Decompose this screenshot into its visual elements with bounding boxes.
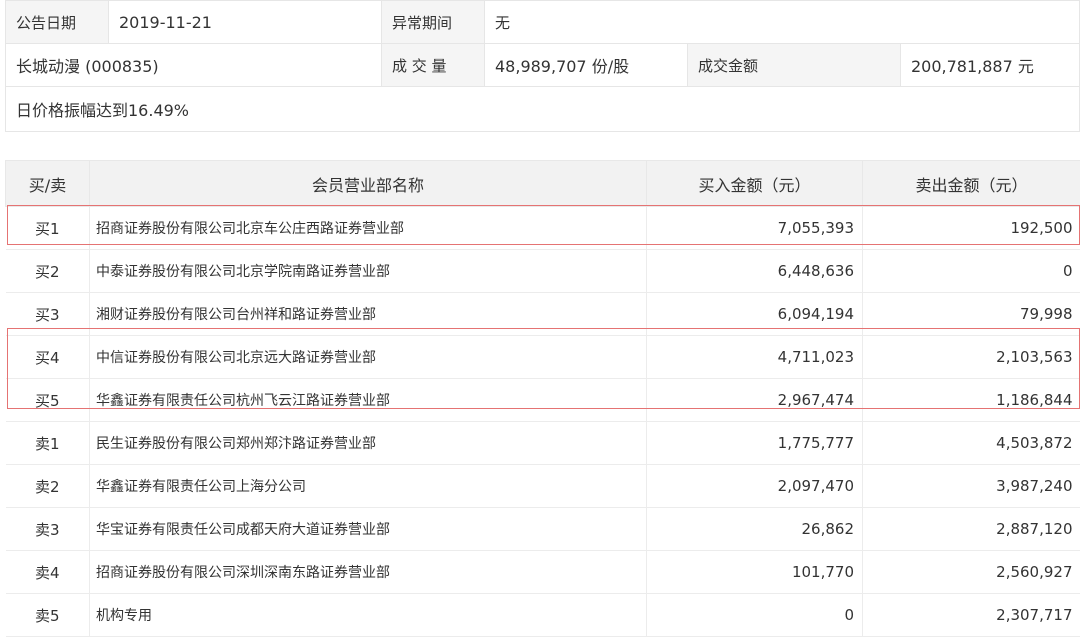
branch-name: 湘财证券股份有限公司台州祥和路证券营业部 (90, 293, 647, 336)
volume-value: 48,989,707 份/股 (485, 44, 688, 87)
table-row: 买2中泰证券股份有限公司北京学院南路证券营业部6,448,6360 (6, 250, 1080, 293)
table-row: 买4中信证券股份有限公司北京远大路证券营业部4,711,0232,103,563 (6, 336, 1080, 379)
table-row: 卖2华鑫证券有限责任公司上海分公司2,097,4703,987,240 (6, 465, 1080, 508)
branch-name: 民生证券股份有限公司郑州郑汴路证券营业部 (90, 422, 647, 465)
buy-amount: 101,770 (647, 551, 863, 594)
buy-amount: 26,862 (647, 508, 863, 551)
buy-amount: 2,097,470 (647, 465, 863, 508)
seat-rank: 买1 (6, 207, 90, 250)
sell-amount: 1,186,844 (863, 379, 1080, 422)
branch-name: 招商证券股份有限公司北京车公庄西路证券营业部 (90, 207, 647, 250)
sell-amount: 4,503,872 (863, 422, 1080, 465)
sell-amount: 2,887,120 (863, 508, 1080, 551)
branch-name: 招商证券股份有限公司深圳深南东路证券营业部 (90, 551, 647, 594)
header-sell-amount: 卖出金额（元） (863, 161, 1080, 207)
announcement-date-value: 2019-11-21 (109, 1, 382, 44)
buy-amount: 6,448,636 (647, 250, 863, 293)
header-branch-name: 会员营业部名称 (90, 161, 647, 207)
buy-amount: 1,775,777 (647, 422, 863, 465)
table-row: 卖5机构专用02,307,717 (6, 594, 1080, 637)
trade-rows: 买1招商证券股份有限公司北京车公庄西路证券营业部7,055,393192,500… (6, 207, 1080, 637)
seat-rank: 卖4 (6, 551, 90, 594)
abnormal-period-value: 无 (485, 1, 1080, 44)
seat-rank: 买3 (6, 293, 90, 336)
buy-amount: 0 (647, 594, 863, 637)
branch-name: 华鑫证券有限责任公司杭州飞云江路证券营业部 (90, 379, 647, 422)
turnover-value: 200,781,887 元 (901, 44, 1080, 87)
branch-name: 华宝证券有限责任公司成都天府大道证券营业部 (90, 508, 647, 551)
table-row: 买1招商证券股份有限公司北京车公庄西路证券营业部7,055,393192,500 (6, 207, 1080, 250)
buy-amount: 6,094,194 (647, 293, 863, 336)
seat-rank: 卖2 (6, 465, 90, 508)
seat-rank: 卖5 (6, 594, 90, 637)
branch-name: 中泰证券股份有限公司北京学院南路证券营业部 (90, 250, 647, 293)
seat-rank: 买2 (6, 250, 90, 293)
sell-amount: 2,307,717 (863, 594, 1080, 637)
sell-amount: 192,500 (863, 207, 1080, 250)
header-buy-amount: 买入金额（元） (647, 161, 863, 207)
buy-amount: 7,055,393 (647, 207, 863, 250)
trading-seats-table: 买/卖 会员营业部名称 买入金额（元） 卖出金额（元） 买1招商证券股份有限公司… (5, 160, 1080, 637)
table-header-row: 买/卖 会员营业部名称 买入金额（元） 卖出金额（元） (6, 161, 1080, 207)
table-row: 卖1民生证券股份有限公司郑州郑汴路证券营业部1,775,7774,503,872 (6, 422, 1080, 465)
sell-amount: 2,103,563 (863, 336, 1080, 379)
branch-name: 机构专用 (90, 594, 647, 637)
seat-rank: 买4 (6, 336, 90, 379)
announcement-date-label: 公告日期 (6, 1, 109, 44)
branch-name: 华鑫证券有限责任公司上海分公司 (90, 465, 647, 508)
table-row: 卖3华宝证券有限责任公司成都天府大道证券营业部26,8622,887,120 (6, 508, 1080, 551)
volume-label: 成 交 量 (382, 44, 485, 87)
sell-amount: 79,998 (863, 293, 1080, 336)
table-row: 买3湘财证券股份有限公司台州祥和路证券营业部6,094,19479,998 (6, 293, 1080, 336)
seat-rank: 卖3 (6, 508, 90, 551)
buy-amount: 2,967,474 (647, 379, 863, 422)
abnormal-reason: 日价格振幅达到16.49% (6, 87, 1080, 132)
seat-rank: 卖1 (6, 422, 90, 465)
seat-rank: 买5 (6, 379, 90, 422)
branch-name: 中信证券股份有限公司北京远大路证券营业部 (90, 336, 647, 379)
table-row: 卖4招商证券股份有限公司深圳深南东路证券营业部101,7702,560,927 (6, 551, 1080, 594)
buy-amount: 4,711,023 (647, 336, 863, 379)
stock-name: 长城动漫 (000835) (6, 44, 382, 87)
table-row: 买5华鑫证券有限责任公司杭州飞云江路证券营业部2,967,4741,186,84… (6, 379, 1080, 422)
announcement-info-table: 公告日期 2019-11-21 异常期间 无 长城动漫 (000835) 成 交… (5, 0, 1080, 132)
turnover-label: 成交金额 (688, 44, 901, 87)
header-side: 买/卖 (6, 161, 90, 207)
sell-amount: 3,987,240 (863, 465, 1080, 508)
abnormal-period-label: 异常期间 (382, 1, 485, 44)
sell-amount: 2,560,927 (863, 551, 1080, 594)
sell-amount: 0 (863, 250, 1080, 293)
